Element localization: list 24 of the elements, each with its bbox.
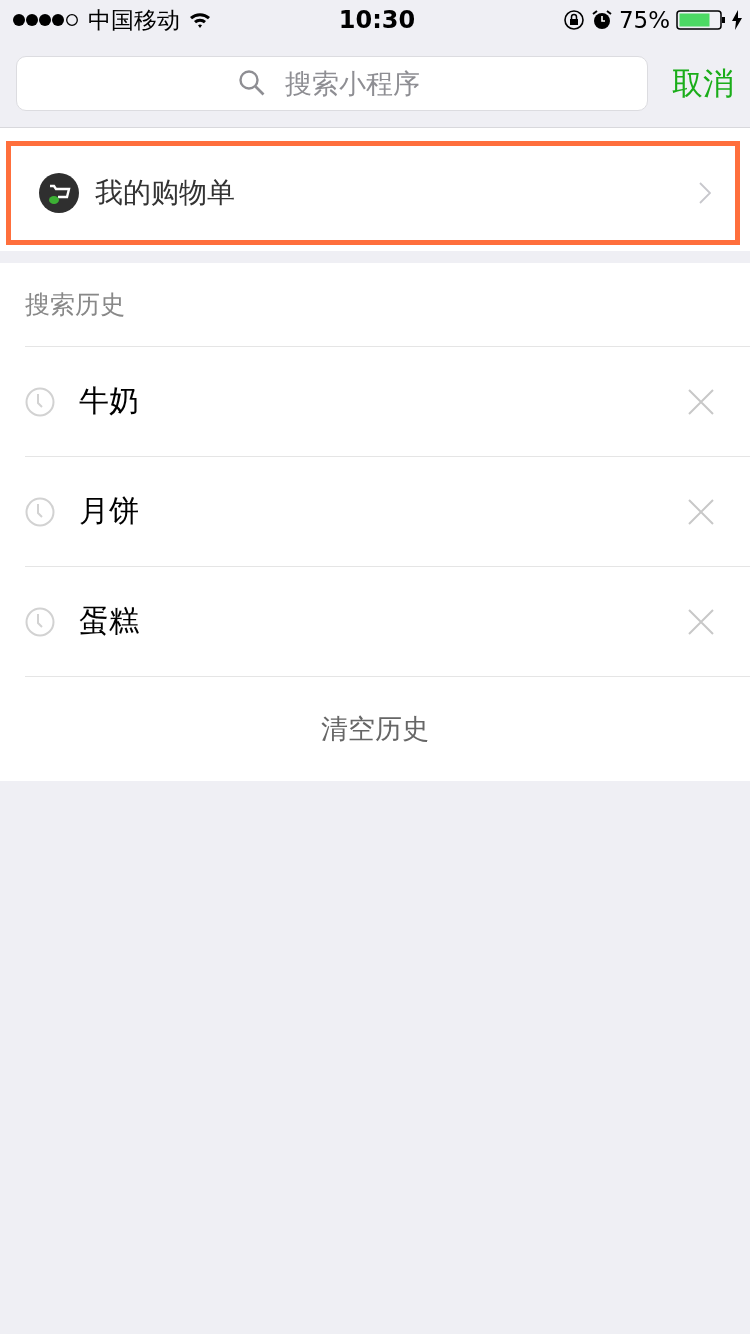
charging-icon xyxy=(732,10,742,30)
alarm-icon xyxy=(590,9,613,31)
battery-icon xyxy=(676,10,726,30)
close-icon[interactable] xyxy=(688,388,714,415)
close-icon[interactable] xyxy=(688,498,714,525)
clock-icon xyxy=(25,496,55,527)
cart-icon xyxy=(39,173,79,213)
section-title: 搜索历史 xyxy=(25,263,750,347)
history-item[interactable]: 牛奶 xyxy=(25,347,750,457)
history-item[interactable]: 蛋糕 xyxy=(25,567,750,677)
search-field[interactable]: 搜索小程序 xyxy=(16,56,648,111)
rotation-lock-icon xyxy=(562,9,585,31)
clock-icon xyxy=(25,606,55,637)
clock-icon xyxy=(25,386,55,417)
close-icon[interactable] xyxy=(688,608,714,635)
clear-history-button[interactable]: 清空历史 xyxy=(14,677,736,781)
clock-time: 10:30 xyxy=(338,6,416,34)
search-icon xyxy=(238,69,266,97)
wifi-icon xyxy=(188,11,212,29)
chevron-icon xyxy=(699,182,711,204)
signal-icon xyxy=(12,13,80,27)
carrier-name: 中国移动 xyxy=(88,5,180,35)
history-item[interactable]: 月饼 xyxy=(25,457,750,567)
battery-percent: 75% xyxy=(618,7,670,33)
